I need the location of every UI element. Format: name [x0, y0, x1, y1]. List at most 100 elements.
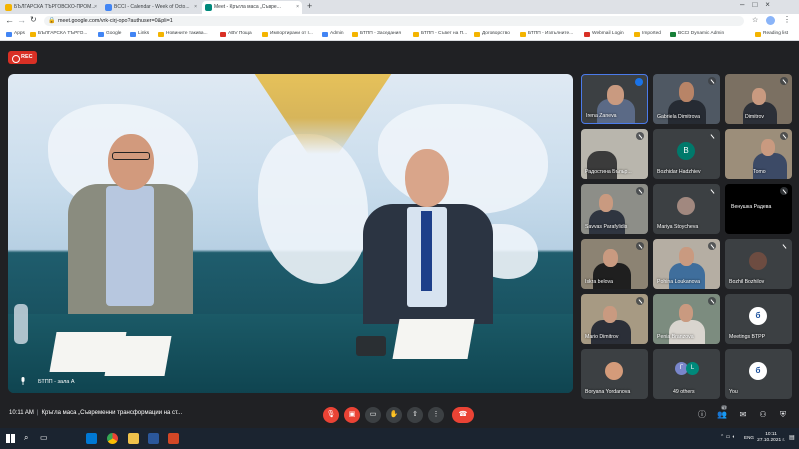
participant-name: Венушка Радева	[731, 204, 772, 210]
file-explorer-icon[interactable]	[128, 433, 139, 444]
participant-tile[interactable]: Dimitrov	[725, 74, 792, 124]
microphone-icon	[21, 377, 25, 385]
rec-label: REC	[21, 54, 33, 60]
participant-name: You	[729, 389, 738, 395]
bookmark-reading-list[interactable]: Reading list	[755, 28, 788, 40]
window-controls[interactable]: –□×	[740, 0, 778, 9]
participant-tile[interactable]: Iskra belova	[581, 239, 648, 289]
bookmark-item[interactable]: БЪЛГАРСКА ТЪРГО...	[30, 28, 87, 40]
start-icon[interactable]	[6, 434, 15, 443]
meet-control-bar: 10:11 AM | Кръгла маса „Съвременни трансфо…	[0, 404, 799, 427]
mic-off-icon	[636, 297, 644, 305]
conference-microphone	[356, 336, 386, 356]
more-options-button[interactable]: ⋮	[428, 407, 444, 423]
outlook-icon[interactable]	[86, 433, 97, 444]
bookmark-item[interactable]: Admin	[322, 28, 344, 40]
participant-name: Bozhidar Hadzhiev	[657, 169, 701, 175]
meeting-info: 10:11 AM | Кръгла маса „Съвременни трансфо…	[9, 410, 183, 416]
participant-tile[interactable]: Tomo	[725, 129, 792, 179]
bookmark-item[interactable]: Договорство	[474, 28, 510, 40]
present-button[interactable]: ⇧	[407, 407, 423, 423]
camera-off-button[interactable]: ▣	[344, 407, 360, 423]
os-taskbar: ⌕ ▭ ⌃ ▭ ◖ ENG 10:11 27.10.2021 г. ▤	[0, 428, 799, 449]
self-tile[interactable]: б You	[725, 349, 792, 399]
bookmark-item[interactable]: БТПП - Изпълните...	[520, 28, 573, 40]
participant-tile[interactable]: Boryana Yordanova	[581, 349, 648, 399]
menu-icon[interactable]: ⋮	[783, 15, 791, 24]
participant-tile[interactable]: Венушка Радева	[725, 184, 792, 234]
bookmark-item[interactable]: БТПП - Заседания	[352, 28, 401, 40]
browser-tab[interactable]: БЪЛГАРСКА ТЪРГОВСКО-ПРОМ... ×	[2, 1, 100, 14]
taskbar-clock[interactable]: 10:11 27.10.2021 г.	[757, 432, 785, 444]
bookmark-item[interactable]: BCCI Dynamic Admin	[670, 28, 724, 40]
close-tab-icon[interactable]: ×	[194, 1, 197, 14]
mic-off-icon	[780, 187, 788, 195]
profile-avatar[interactable]	[766, 16, 775, 25]
participant-tile[interactable]: Радостина Бъльр...	[581, 129, 648, 179]
participant-name: Bozhil Bozhilov	[729, 279, 765, 285]
mic-off-icon	[636, 187, 644, 195]
participant-tile[interactable]: B Bozhidar Hadzhiev	[653, 129, 720, 179]
participant-tile[interactable]: Bozhil Bozhilov	[725, 239, 792, 289]
participant-tile[interactable]: Irena Zaneva	[581, 74, 648, 124]
task-view-icon[interactable]: ▭	[40, 433, 48, 442]
close-tab-icon[interactable]: ×	[94, 1, 97, 14]
forward-icon[interactable]: →	[17, 15, 26, 25]
address-toolbar: ← → ↻ 🔒 meet.google.com/vrk-cirj-opo?aut…	[0, 14, 799, 28]
mic-off-button[interactable]: 🎙	[323, 407, 339, 423]
bookmark-item[interactable]: ABV Поща	[220, 28, 252, 40]
map-background	[258, 134, 368, 284]
participant-tile[interactable]: Mario Dimitrov	[581, 294, 648, 344]
mic-off-icon	[636, 132, 644, 140]
bookmark-item[interactable]: БТПП - Съвет на П...	[413, 28, 467, 40]
extensions-icon[interactable]: ☆	[752, 16, 758, 24]
host-controls-icon[interactable]: ⛨	[777, 409, 789, 421]
chat-icon[interactable]: ✉	[737, 409, 749, 421]
others-tile[interactable]: Г L 49 others	[653, 349, 720, 399]
bookmark-item[interactable]: Импортирани от I...	[262, 28, 313, 40]
url-field[interactable]: 🔒 meet.google.com/vrk-cirj-opo?authuser=…	[44, 16, 744, 26]
people-button[interactable]: 👥 67	[716, 405, 728, 421]
word-icon[interactable]	[148, 433, 159, 444]
main-video-tile[interactable]: БТПП - зала А	[8, 74, 573, 393]
notifications-icon[interactable]: ▤	[789, 434, 795, 441]
chrome-icon[interactable]	[107, 433, 118, 444]
bookmark-item[interactable]: Imported	[634, 28, 661, 40]
participant-name: Meetings BTPP	[729, 334, 766, 340]
mic-off-icon	[708, 132, 716, 140]
tab-label: Meet - Кръгла маса „Съвре...	[214, 4, 281, 10]
participant-tile[interactable]: Pohina Loukanova	[653, 239, 720, 289]
bookmark-item[interactable]: Google	[98, 28, 121, 40]
close-tab-icon[interactable]: ×	[296, 1, 299, 14]
new-tab-button[interactable]: +	[307, 1, 312, 11]
search-icon[interactable]: ⌕	[24, 433, 28, 443]
participant-tile[interactable]: Savvas Parafylidis	[581, 184, 648, 234]
participant-tile[interactable]: Mariya Stoycheva	[653, 184, 720, 234]
participant-tile[interactable]: б Meetings BTPP	[725, 294, 792, 344]
reload-icon[interactable]: ↻	[30, 15, 37, 24]
leave-call-button[interactable]: ☎	[452, 407, 474, 423]
participant-tile[interactable]: Penia Branzova	[653, 294, 720, 344]
activities-icon[interactable]: ⚇	[757, 409, 769, 421]
participant-tile[interactable]: Gabriela Dimitrova	[653, 74, 720, 124]
lock-icon: 🔒	[48, 18, 56, 24]
browser-tab-active[interactable]: Meet - Кръгла маса „Съвре... ×	[202, 1, 302, 14]
participant-name: Mario Dimitrov	[585, 334, 619, 340]
participant-name: Pohina Loukanova	[657, 279, 700, 285]
language-indicator[interactable]: ENG	[744, 435, 754, 440]
participant-name: Радостина Бъльр...	[585, 169, 632, 175]
bookmark-item[interactable]: Webmail Login	[584, 28, 624, 40]
raise-hand-button[interactable]: ✋	[386, 407, 402, 423]
main-video-label: БТПП - зала А	[38, 379, 75, 385]
system-tray-icons[interactable]: ⌃ ▭ ◖	[720, 434, 735, 440]
url-text: meet.google.com/vrk-cirj-opo?authuser=0&…	[58, 18, 173, 24]
bookmark-item[interactable]: Новините такива...	[158, 28, 208, 40]
bookmark-item[interactable]: Links	[130, 28, 149, 40]
browser-tab[interactable]: BCCI - Calendar - Week of Octo... ×	[102, 1, 200, 14]
powerpoint-icon[interactable]	[168, 433, 179, 444]
meeting-details-icon[interactable]: ⓘ	[696, 409, 708, 421]
mic-off-icon	[708, 242, 716, 250]
bookmark-apps[interactable]: Apps	[6, 28, 25, 40]
back-icon[interactable]: ←	[5, 15, 14, 25]
captions-button[interactable]: ▭	[365, 407, 381, 423]
